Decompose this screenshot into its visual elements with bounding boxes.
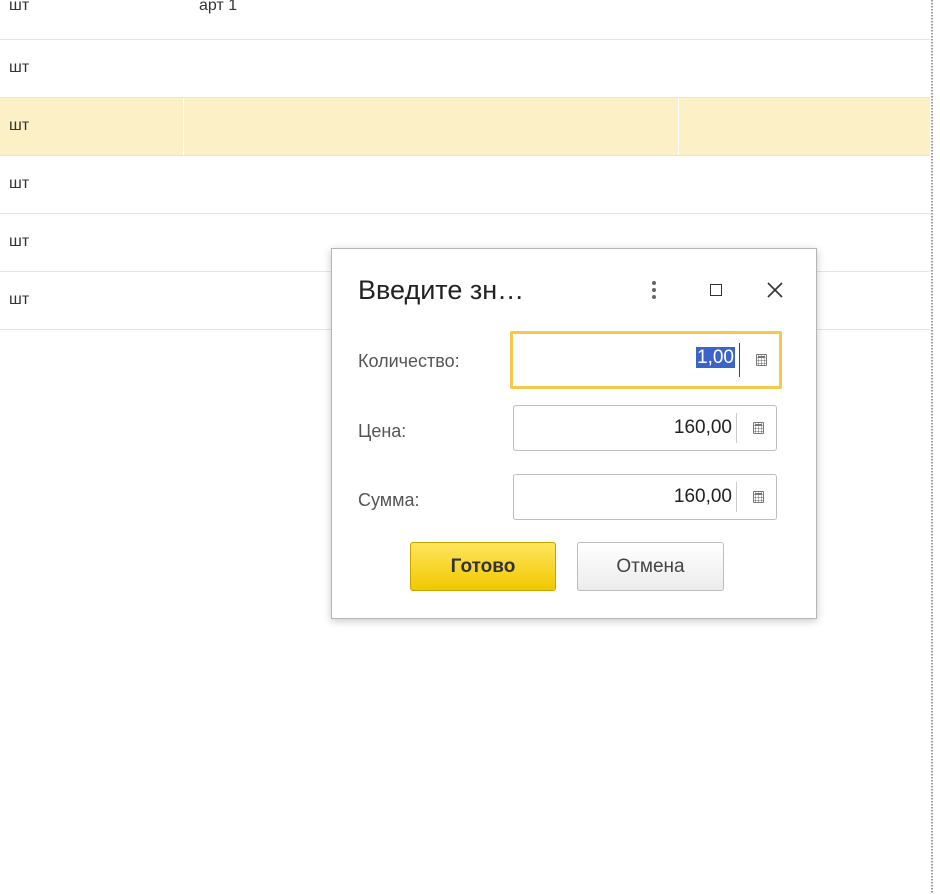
maximize-icon[interactable] [704, 278, 728, 302]
table-row[interactable]: шт [0, 40, 930, 98]
calculator-icon[interactable] [756, 354, 767, 366]
cancel-button[interactable]: Отмена [577, 542, 724, 591]
price-label: Цена: [358, 421, 407, 441]
table-row-selected[interactable]: шт [0, 98, 930, 156]
table-row[interactable]: шт [0, 156, 930, 214]
quantity-value: 1,00 [696, 347, 735, 368]
price-value: 160,00 [673, 417, 732, 438]
sum-value: 160,00 [673, 486, 732, 507]
enter-value-dialog: Введите зн… Количество: 1,00 Цена: 160,0… [331, 248, 817, 619]
sum-label: Сумма: [358, 490, 420, 510]
field-separator [736, 482, 737, 512]
table-row[interactable]: шт арт 1 [0, 0, 930, 40]
close-icon[interactable] [763, 278, 787, 302]
unit-cell: шт [9, 0, 30, 14]
quantity-label: Количество: [358, 351, 460, 371]
price-field[interactable]: 160,00 [513, 405, 777, 451]
calculator-icon[interactable] [753, 491, 764, 503]
name-cell: арт 1 [199, 0, 238, 14]
scrollbar-edge[interactable] [931, 0, 933, 894]
calculator-icon[interactable] [753, 422, 764, 434]
column-divider [183, 98, 184, 155]
ok-button[interactable]: Готово [410, 542, 556, 591]
sum-field[interactable]: 160,00 [513, 474, 777, 520]
more-vertical-icon[interactable] [642, 278, 666, 302]
unit-cell: шт [9, 233, 30, 250]
column-divider [678, 98, 679, 155]
field-separator [736, 413, 737, 443]
dialog-title: Введите зн… [358, 275, 525, 305]
field-separator [739, 343, 740, 377]
quantity-field[interactable]: 1,00 [510, 331, 782, 389]
unit-cell: шт [9, 175, 30, 192]
unit-cell: шт [9, 59, 30, 76]
unit-cell: шт [9, 117, 30, 134]
unit-cell: шт [9, 291, 30, 308]
